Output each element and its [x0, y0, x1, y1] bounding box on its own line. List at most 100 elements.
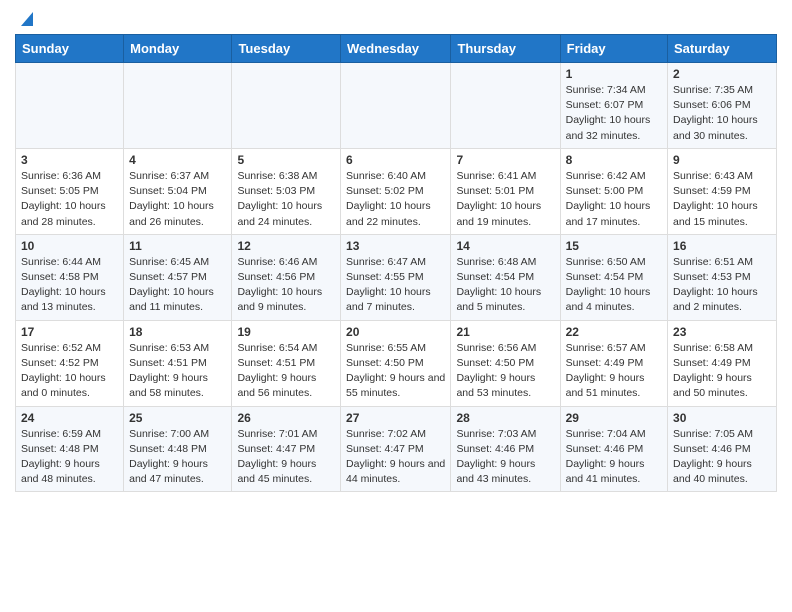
day-info: Sunrise: 7:03 AMSunset: 4:46 PMDaylight:… [456, 427, 554, 488]
day-info: Sunrise: 6:43 AMSunset: 4:59 PMDaylight:… [673, 169, 771, 230]
day-info: Sunrise: 7:04 AMSunset: 4:46 PMDaylight:… [566, 427, 662, 488]
day-number: 6 [346, 153, 445, 167]
day-number: 14 [456, 239, 554, 253]
calendar-day-empty [232, 63, 341, 149]
day-info: Sunrise: 7:34 AMSunset: 6:07 PMDaylight:… [566, 83, 662, 144]
day-number: 22 [566, 325, 662, 339]
calendar-day-empty [16, 63, 124, 149]
day-info: Sunrise: 7:05 AMSunset: 4:46 PMDaylight:… [673, 427, 771, 488]
weekday-header-monday: Monday [124, 35, 232, 63]
day-info: Sunrise: 6:44 AMSunset: 4:58 PMDaylight:… [21, 255, 118, 316]
day-number: 13 [346, 239, 445, 253]
logo-triangle-icon [16, 8, 38, 30]
calendar-day-15: 15Sunrise: 6:50 AMSunset: 4:54 PMDayligh… [560, 234, 667, 320]
day-info: Sunrise: 6:48 AMSunset: 4:54 PMDaylight:… [456, 255, 554, 316]
weekday-header-row: SundayMondayTuesdayWednesdayThursdayFrid… [16, 35, 777, 63]
day-info: Sunrise: 6:54 AMSunset: 4:51 PMDaylight:… [237, 341, 335, 402]
weekday-header-thursday: Thursday [451, 35, 560, 63]
day-info: Sunrise: 6:58 AMSunset: 4:49 PMDaylight:… [673, 341, 771, 402]
calendar-day-2: 2 Sunrise: 7:35 AMSunset: 6:06 PMDaylight… [668, 63, 777, 149]
day-number: 24 [21, 411, 118, 425]
day-info: Sunrise: 6:46 AMSunset: 4:56 PMDaylight:… [237, 255, 335, 316]
calendar-day-3: 3 Sunrise: 6:36 AMSunset: 5:05 PMDaylight… [16, 148, 124, 234]
day-info: Sunrise: 7:01 AMSunset: 4:47 PMDaylight:… [237, 427, 335, 488]
calendar-day-5: 5 Sunrise: 6:38 AMSunset: 5:03 PMDaylight… [232, 148, 341, 234]
day-info: Sunrise: 6:57 AMSunset: 4:49 PMDaylight:… [566, 341, 662, 402]
day-number: 1 [566, 67, 662, 81]
day-info: Sunrise: 6:36 AMSunset: 5:05 PMDaylight:… [21, 169, 118, 230]
day-info: Sunrise: 6:38 AMSunset: 5:03 PMDaylight:… [237, 169, 335, 230]
calendar-table: SundayMondayTuesdayWednesdayThursdayFrid… [15, 34, 777, 492]
day-info: Sunrise: 7:35 AMSunset: 6:06 PMDaylight:… [673, 83, 771, 144]
day-number: 23 [673, 325, 771, 339]
day-info: Sunrise: 7:00 AMSunset: 4:48 PMDaylight:… [129, 427, 226, 488]
calendar-day-20: 20 Sunrise: 6:55 AMSunset: 4:50 PMDayligh… [341, 320, 451, 406]
calendar-day-7: 7 Sunrise: 6:41 AMSunset: 5:01 PMDaylight… [451, 148, 560, 234]
day-info: Sunrise: 6:51 AMSunset: 4:53 PMDaylight:… [673, 255, 771, 316]
day-info: Sunrise: 6:56 AMSunset: 4:50 PMDaylight:… [456, 341, 554, 402]
calendar-week-row: 17 Sunrise: 6:52 AMSunset: 4:52 PMDayligh… [16, 320, 777, 406]
calendar-day-6: 6 Sunrise: 6:40 AMSunset: 5:02 PMDaylight… [341, 148, 451, 234]
calendar-day-11: 11 Sunrise: 6:45 AMSunset: 4:57 PMDayligh… [124, 234, 232, 320]
weekday-header-tuesday: Tuesday [232, 35, 341, 63]
calendar-day-22: 22 Sunrise: 6:57 AMSunset: 4:49 PMDayligh… [560, 320, 667, 406]
calendar-day-26: 26Sunrise: 7:01 AMSunset: 4:47 PMDayligh… [232, 406, 341, 492]
day-number: 7 [456, 153, 554, 167]
calendar-day-9: 9Sunrise: 6:43 AMSunset: 4:59 PMDaylight… [668, 148, 777, 234]
weekday-header-friday: Friday [560, 35, 667, 63]
calendar-week-row: 24 Sunrise: 6:59 AMSunset: 4:48 PMDayligh… [16, 406, 777, 492]
calendar-day-29: 29 Sunrise: 7:04 AMSunset: 4:46 PMDayligh… [560, 406, 667, 492]
calendar-day-28: 28 Sunrise: 7:03 AMSunset: 4:46 PMDayligh… [451, 406, 560, 492]
day-number: 4 [129, 153, 226, 167]
calendar-week-row: 1 Sunrise: 7:34 AMSunset: 6:07 PMDaylight… [16, 63, 777, 149]
calendar-day-empty [451, 63, 560, 149]
weekday-header-sunday: Sunday [16, 35, 124, 63]
calendar-week-row: 10 Sunrise: 6:44 AMSunset: 4:58 PMDayligh… [16, 234, 777, 320]
calendar-day-23: 23 Sunrise: 6:58 AMSunset: 4:49 PMDayligh… [668, 320, 777, 406]
page-header [15, 10, 777, 26]
weekday-header-saturday: Saturday [668, 35, 777, 63]
day-info: Sunrise: 6:50 AMSunset: 4:54 PMDaylight:… [566, 255, 662, 316]
day-number: 27 [346, 411, 445, 425]
day-info: Sunrise: 6:59 AMSunset: 4:48 PMDaylight:… [21, 427, 118, 488]
weekday-header-wednesday: Wednesday [341, 35, 451, 63]
day-info: Sunrise: 6:53 AMSunset: 4:51 PMDaylight:… [129, 341, 226, 402]
day-number: 28 [456, 411, 554, 425]
day-info: Sunrise: 6:41 AMSunset: 5:01 PMDaylight:… [456, 169, 554, 230]
calendar-week-row: 3 Sunrise: 6:36 AMSunset: 5:05 PMDaylight… [16, 148, 777, 234]
day-number: 29 [566, 411, 662, 425]
day-number: 2 [673, 67, 771, 81]
calendar-day-empty [341, 63, 451, 149]
calendar-day-14: 14 Sunrise: 6:48 AMSunset: 4:54 PMDayligh… [451, 234, 560, 320]
logo [15, 10, 38, 26]
day-number: 20 [346, 325, 445, 339]
calendar-day-1: 1 Sunrise: 7:34 AMSunset: 6:07 PMDaylight… [560, 63, 667, 149]
day-number: 11 [129, 239, 226, 253]
day-info: Sunrise: 6:55 AMSunset: 4:50 PMDaylight:… [346, 341, 445, 402]
day-info: Sunrise: 6:40 AMSunset: 5:02 PMDaylight:… [346, 169, 445, 230]
day-info: Sunrise: 6:37 AMSunset: 5:04 PMDaylight:… [129, 169, 226, 230]
day-number: 8 [566, 153, 662, 167]
day-info: Sunrise: 6:52 AMSunset: 4:52 PMDaylight:… [21, 341, 118, 402]
calendar-day-18: 18Sunrise: 6:53 AMSunset: 4:51 PMDayligh… [124, 320, 232, 406]
day-number: 3 [21, 153, 118, 167]
day-number: 25 [129, 411, 226, 425]
calendar-day-19: 19 Sunrise: 6:54 AMSunset: 4:51 PMDayligh… [232, 320, 341, 406]
calendar-day-10: 10 Sunrise: 6:44 AMSunset: 4:58 PMDayligh… [16, 234, 124, 320]
day-number: 10 [21, 239, 118, 253]
calendar-day-24: 24 Sunrise: 6:59 AMSunset: 4:48 PMDayligh… [16, 406, 124, 492]
day-number: 5 [237, 153, 335, 167]
day-info: Sunrise: 7:02 AMSunset: 4:47 PMDaylight:… [346, 427, 445, 488]
day-info: Sunrise: 6:42 AMSunset: 5:00 PMDaylight:… [566, 169, 662, 230]
calendar-day-12: 12Sunrise: 6:46 AMSunset: 4:56 PMDayligh… [232, 234, 341, 320]
calendar-day-25: 25 Sunrise: 7:00 AMSunset: 4:48 PMDayligh… [124, 406, 232, 492]
calendar-day-17: 17 Sunrise: 6:52 AMSunset: 4:52 PMDayligh… [16, 320, 124, 406]
day-info: Sunrise: 6:45 AMSunset: 4:57 PMDaylight:… [129, 255, 226, 316]
day-info: Sunrise: 6:47 AMSunset: 4:55 PMDaylight:… [346, 255, 445, 316]
day-number: 21 [456, 325, 554, 339]
day-number: 19 [237, 325, 335, 339]
day-number: 17 [21, 325, 118, 339]
calendar-day-30: 30 Sunrise: 7:05 AMSunset: 4:46 PMDayligh… [668, 406, 777, 492]
day-number: 16 [673, 239, 771, 253]
day-number: 30 [673, 411, 771, 425]
